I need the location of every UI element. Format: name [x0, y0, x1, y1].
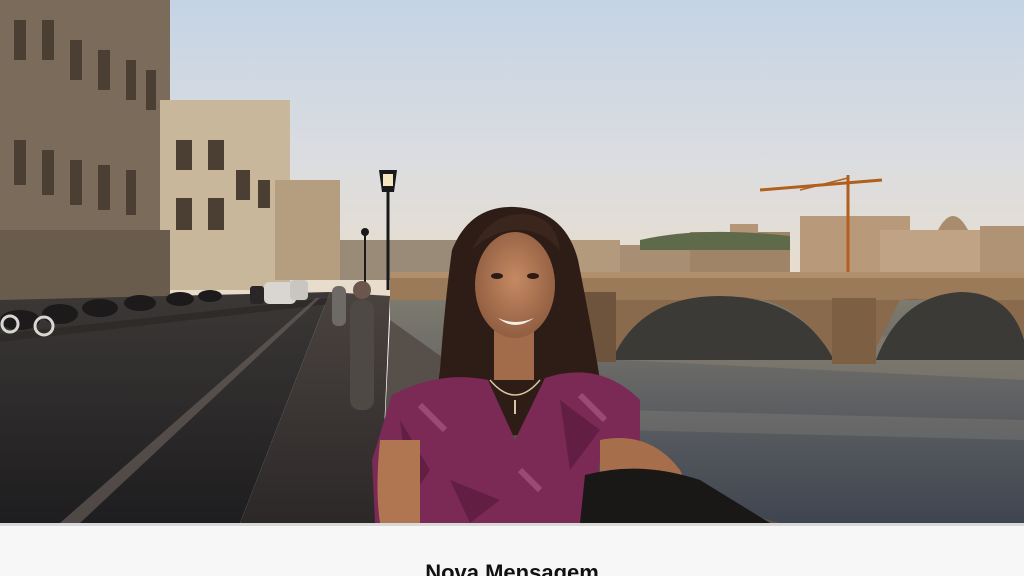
- screen: Nova Mensagem: [0, 0, 1024, 576]
- photo-illustration: [0, 0, 1024, 523]
- compose-sheet: Nova Mensagem: [0, 523, 1024, 576]
- compose-sheet-title: Nova Mensagem: [425, 560, 599, 576]
- photo-image: [0, 0, 1024, 523]
